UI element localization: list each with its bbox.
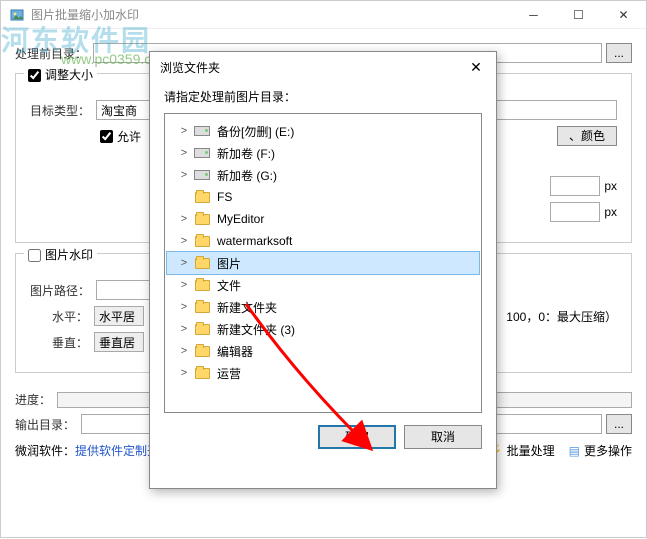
window-controls: ─ ☐ ✕	[511, 1, 646, 29]
tree-item[interactable]: > 图片	[167, 252, 479, 274]
tree-item-label: 新加卷 (F:)	[217, 145, 275, 162]
dialog-hint: 请指定处理前图片目录：	[164, 88, 482, 105]
tree-item-label: 备份[勿删] (E:)	[217, 123, 294, 140]
folder-icon	[193, 256, 211, 270]
folder-icon	[193, 190, 211, 204]
wm-group-title: 图片水印	[24, 246, 97, 263]
folder-icon	[193, 278, 211, 292]
folder-icon	[193, 344, 211, 358]
tree-item[interactable]: > 文件	[167, 274, 479, 296]
weiruan-label: 微润软件：	[15, 442, 75, 459]
expand-icon[interactable]: >	[177, 345, 191, 357]
dialog-header: 浏览文件夹 ✕	[150, 52, 496, 82]
tree-item[interactable]: > watermarksoft	[167, 230, 479, 252]
more-button[interactable]: ▤ 更多操作	[569, 442, 632, 459]
cancel-button[interactable]: 取消	[404, 425, 482, 449]
batch-button[interactable]: ⚡ 批量处理	[488, 442, 555, 459]
tree-item-label: FS	[217, 190, 232, 204]
list-icon: ▤	[569, 444, 580, 458]
browse-folder-dialog: 浏览文件夹 ✕ 请指定处理前图片目录： > 备份[勿删] (E:) > 新加卷 (F:…	[149, 51, 497, 489]
img-path-input[interactable]	[96, 280, 156, 300]
expand-icon[interactable]: >	[177, 257, 191, 269]
expand-icon[interactable]: >	[177, 323, 191, 335]
vert-label: 垂直：	[52, 334, 88, 351]
horiz-label: 水平：	[52, 308, 88, 325]
tree-item[interactable]: >FS	[167, 186, 479, 208]
tree-item[interactable]: > MyEditor	[167, 208, 479, 230]
progress-label: 进度：	[15, 391, 51, 408]
px-unit-2: px	[604, 205, 617, 219]
quality-hint: 100，0：最大压缩）	[506, 308, 617, 325]
expand-icon[interactable]: >	[177, 125, 191, 137]
tree-item[interactable]: > 运营	[167, 362, 479, 384]
src-label: 处理前目录：	[15, 45, 87, 62]
color-button[interactable]: 、颜色	[557, 126, 617, 146]
tree-item-label: 文件	[217, 277, 241, 294]
allow-checkbox[interactable]	[100, 130, 113, 143]
tree-item[interactable]: > 新加卷 (G:)	[167, 164, 479, 186]
tree-item-label: watermarksoft	[217, 234, 292, 248]
window-title: 图片批量缩小加水印	[31, 6, 511, 23]
tree-item[interactable]: > 新建文件夹 (3)	[167, 318, 479, 340]
tree-item-label: 运营	[217, 365, 241, 382]
expand-icon[interactable]: >	[177, 169, 191, 181]
tree-item-label: 编辑器	[217, 343, 253, 360]
output-browse-button[interactable]: ...	[606, 414, 632, 434]
tree-item-label: 新建文件夹	[217, 299, 277, 316]
expand-icon[interactable]: >	[177, 367, 191, 379]
expand-icon[interactable]: >	[177, 279, 191, 291]
output-label: 输出目录：	[15, 416, 75, 433]
wm-checkbox[interactable]	[28, 249, 41, 262]
allow-label: 允许	[117, 128, 141, 145]
dialog-close-button[interactable]: ✕	[466, 57, 486, 77]
tree-item[interactable]: > 新加卷 (F:)	[167, 142, 479, 164]
folder-icon	[193, 212, 211, 226]
tree-item-label: 新加卷 (G:)	[217, 167, 277, 184]
drive-icon	[193, 124, 211, 138]
minimize-button[interactable]: ─	[511, 1, 556, 29]
ok-button[interactable]: 确定	[318, 425, 396, 449]
target-type-select[interactable]	[96, 100, 156, 120]
expand-icon[interactable]: >	[177, 147, 191, 159]
close-button[interactable]: ✕	[601, 1, 646, 29]
target-type-label: 目标类型：	[30, 102, 90, 119]
img-path-label: 图片路径：	[30, 282, 90, 299]
title-bar: 图片批量缩小加水印 ─ ☐ ✕	[1, 1, 646, 29]
vert-select[interactable]	[94, 332, 144, 352]
folder-icon	[193, 234, 211, 248]
folder-tree[interactable]: >备份[勿删] (E:)>新加卷 (F:)>新加卷 (G:)>FS>MyEdit…	[164, 113, 482, 413]
expand-icon[interactable]: >	[177, 301, 191, 313]
folder-icon	[193, 366, 211, 380]
width-input[interactable]	[550, 176, 600, 196]
tree-item[interactable]: > 编辑器	[167, 340, 479, 362]
horiz-select[interactable]	[94, 306, 144, 326]
px-unit-1: px	[604, 179, 617, 193]
height-input[interactable]	[550, 202, 600, 222]
main-window: 图片批量缩小加水印 ─ ☐ ✕ 河东软件园 www.pc0359.cn 处理前目…	[0, 0, 647, 538]
dialog-title: 浏览文件夹	[160, 59, 466, 76]
drive-icon	[193, 168, 211, 182]
resize-group-title: 调整大小	[24, 66, 97, 83]
drive-icon	[193, 146, 211, 160]
expand-icon[interactable]: >	[177, 213, 191, 225]
app-icon	[9, 7, 25, 23]
tree-item-label: 新建文件夹 (3)	[217, 321, 295, 338]
src-browse-button[interactable]: ...	[606, 43, 632, 63]
tree-item[interactable]: > 新建文件夹	[167, 296, 479, 318]
maximize-button[interactable]: ☐	[556, 1, 601, 29]
expand-icon[interactable]: >	[177, 235, 191, 247]
tree-item-label: 图片	[217, 255, 241, 272]
tree-item-label: MyEditor	[217, 212, 264, 226]
folder-icon	[193, 322, 211, 336]
resize-checkbox[interactable]	[28, 69, 41, 82]
tree-item[interactable]: > 备份[勿删] (E:)	[167, 120, 479, 142]
folder-icon	[193, 300, 211, 314]
